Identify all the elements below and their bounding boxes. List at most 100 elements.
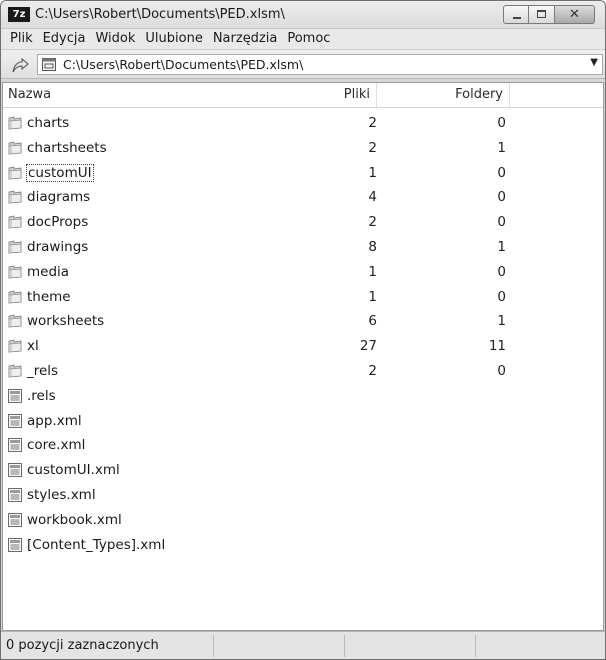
xml-file-icon	[7, 437, 23, 453]
window-title: C:\Users\Robert\Documents\PED.xlsm\	[35, 7, 285, 22]
folder-icon	[7, 115, 23, 131]
window-controls: ✕	[503, 5, 595, 25]
list-item[interactable]: app.xml	[3, 409, 603, 434]
list-item[interactable]: workbook.xml	[3, 508, 603, 533]
list-item[interactable]: chartsheets 2 1	[3, 136, 603, 161]
close-icon: ✕	[569, 7, 580, 22]
xml-file-icon	[7, 413, 23, 429]
item-files-count: 27	[359, 338, 377, 355]
file-list[interactable]: Nazwa Pliki Foldery charts 2 0 chartsheets 2…	[2, 82, 604, 631]
item-name-cell: media	[7, 260, 69, 284]
folder-icon	[7, 214, 23, 230]
item-name: workbook.xml	[27, 511, 122, 528]
list-item[interactable]: diagrams 4 0	[3, 185, 603, 210]
folder-icon	[7, 264, 23, 280]
item-name: theme	[27, 288, 71, 305]
item-folders-count: 0	[497, 214, 506, 231]
item-name-cell: xl	[7, 334, 39, 358]
item-name: [Content_Types].xml	[27, 536, 166, 553]
menu-edit[interactable]: Edycja	[38, 29, 91, 49]
menu-file[interactable]: Plik	[5, 29, 38, 49]
list-item[interactable]: charts 2 0	[3, 111, 603, 136]
item-name: worksheets	[27, 313, 105, 330]
item-files-count: 2	[368, 139, 377, 156]
item-name-cell: drawings	[7, 235, 88, 259]
xml-file-icon	[7, 512, 23, 528]
item-name-cell: .rels	[7, 384, 56, 408]
address-bar[interactable]: C:\Users\Robert\Documents\PED.xlsm\ ▼	[37, 54, 603, 75]
menu-favorites[interactable]: Ulubione	[140, 29, 207, 49]
item-name-cell: charts	[7, 111, 69, 135]
item-files-count: 8	[368, 238, 377, 255]
menu-tools[interactable]: Narzędzia	[208, 29, 283, 49]
address-path: C:\Users\Robert\Documents\PED.xlsm\	[63, 57, 304, 72]
item-name-cell: theme	[7, 285, 71, 309]
list-item[interactable]: [Content_Types].xml	[3, 533, 603, 558]
item-folders-count: 1	[497, 238, 506, 255]
menu-view[interactable]: Widok	[90, 29, 140, 49]
item-files-count: 2	[368, 115, 377, 131]
item-folders-count: 0	[497, 189, 506, 206]
list-item[interactable]: .rels	[3, 384, 603, 409]
item-name: customUI.xml	[27, 462, 120, 479]
item-name-cell: diagrams	[7, 185, 90, 209]
close-button[interactable]: ✕	[555, 5, 595, 24]
folder-icon	[7, 338, 23, 354]
item-name: drawings	[27, 238, 89, 255]
status-selection: 0 pozycji zaznaczonych	[6, 638, 159, 653]
item-name-cell: chartsheets	[7, 136, 107, 160]
list-item[interactable]: core.xml	[3, 433, 603, 458]
item-files-count: 2	[368, 362, 377, 379]
list-item[interactable]: styles.xml	[3, 483, 603, 508]
list-item[interactable]: docProps 2 0	[3, 210, 603, 235]
list-item[interactable]: customUI 1 0	[3, 161, 603, 186]
title-bar[interactable]: 7z C:\Users\Robert\Documents\PED.xlsm\ ✕	[1, 1, 605, 29]
folder-icon	[7, 313, 23, 329]
maximize-icon	[537, 10, 546, 18]
list-rows: charts 2 0 chartsheets 2 1 customUI 1 0 diagrams 4…	[3, 111, 603, 557]
list-item[interactable]: theme 1 0	[3, 285, 603, 310]
up-folder-button[interactable]	[9, 55, 31, 75]
list-item[interactable]: worksheets 6 1	[3, 309, 603, 334]
item-files-count: 4	[368, 189, 377, 206]
item-name-cell: [Content_Types].xml	[7, 533, 165, 557]
item-files-count: 1	[368, 263, 377, 280]
folder-icon	[7, 189, 23, 205]
item-name-cell: customUI.xml	[7, 458, 120, 482]
column-header-name[interactable]: Nazwa	[3, 83, 268, 107]
list-item[interactable]: xl 27 11	[3, 334, 603, 359]
archive-window: 7z C:\Users\Robert\Documents\PED.xlsm\ ✕…	[0, 0, 606, 660]
status-bar: 0 pozycji zaznaczonych	[1, 631, 605, 659]
item-folders-count: 0	[497, 288, 506, 305]
column-header-folders[interactable]: Foldery	[377, 83, 510, 107]
item-folders-count: 0	[497, 362, 506, 379]
item-name: chartsheets	[27, 139, 107, 156]
list-item[interactable]: _rels 2 0	[3, 359, 603, 384]
maximize-button[interactable]	[529, 5, 555, 24]
menu-help[interactable]: Pomoc	[282, 29, 335, 49]
minimize-button[interactable]	[503, 5, 529, 24]
list-item[interactable]: drawings 8 1	[3, 235, 603, 260]
archive-icon	[42, 58, 56, 71]
item-name: app.xml	[27, 412, 82, 429]
item-folders-count: 1	[497, 313, 506, 330]
toolbar: C:\Users\Robert\Documents\PED.xlsm\ ▼	[1, 49, 605, 79]
item-name-cell: _rels	[7, 359, 58, 383]
chevron-down-icon[interactable]: ▼	[590, 57, 598, 68]
list-item[interactable]: customUI.xml	[3, 458, 603, 483]
item-folders-count: 0	[497, 263, 506, 280]
column-header-files[interactable]: Pliki	[268, 83, 377, 107]
folder-icon	[7, 165, 23, 181]
status-divider	[213, 635, 214, 657]
item-name: styles.xml	[27, 486, 96, 503]
list-item[interactable]: media 1 0	[3, 260, 603, 285]
app-icon: 7z	[8, 7, 30, 22]
item-files-count: 1	[368, 288, 377, 305]
xml-file-icon	[7, 462, 23, 478]
list-header: Nazwa Pliki Foldery	[3, 83, 603, 108]
menu-bar: Plik Edycja Widok Ulubione Narzędzia Pom…	[1, 29, 605, 49]
item-files-count: 1	[368, 164, 377, 181]
item-name: media	[27, 263, 70, 280]
status-divider	[475, 635, 476, 657]
item-name-cell: styles.xml	[7, 483, 96, 507]
